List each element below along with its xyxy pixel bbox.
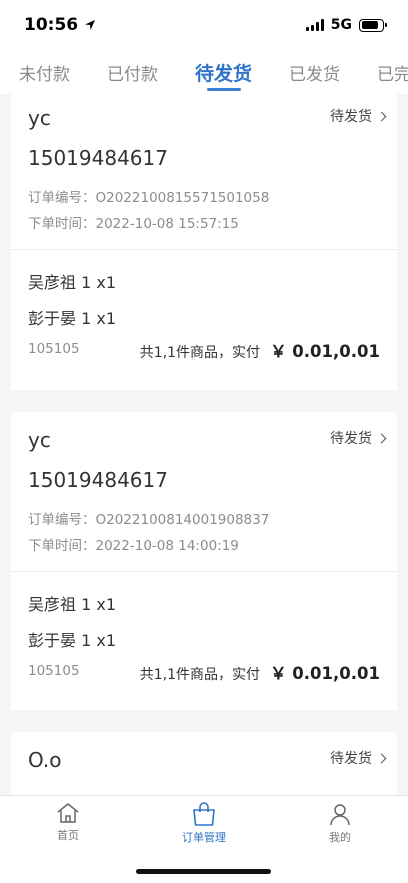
- shopping-bag-icon: [193, 802, 215, 826]
- order-price: ￥ 0.01,0.01: [270, 664, 380, 683]
- order-item: 吴彦祖 1 x1: [28, 273, 117, 292]
- order-status-link[interactable]: 待发货: [330, 748, 387, 768]
- status-indicators: 5G: [305, 17, 387, 33]
- order-item: 彭于晏 1 x1: [28, 309, 117, 328]
- buyer-name: O.o: [28, 748, 62, 772]
- order-card[interactable]: yc 待发货 15019484617 订单编号：O202210081400190…: [11, 412, 397, 710]
- order-summary-text: 共1,1件商品，实付: [139, 345, 261, 361]
- order-summary: 共1,1件商品，实付 ￥ 0.01,0.01: [140, 338, 380, 362]
- nav-home-label: 首页: [57, 829, 79, 842]
- order-items: 吴彦祖 1 x1 彭于晏 1 x1 105105 共1,1件商品，实付 ￥ 0.…: [11, 572, 397, 707]
- chevron-right-icon: [376, 111, 387, 121]
- order-time: 下单时间：2022-10-08 15:57:15: [28, 216, 239, 232]
- order-sku: 105105: [28, 341, 80, 357]
- order-header: O.o 待发货: [11, 732, 397, 795]
- buyer-phone: 15019484617: [28, 146, 168, 170]
- signal-icon: [305, 19, 324, 31]
- tab-pending-shipment[interactable]: 待发货: [195, 50, 252, 94]
- home-indicator[interactable]: [136, 869, 271, 874]
- tab-shipped[interactable]: 已发货: [289, 50, 340, 94]
- order-number: 订单编号：O2022100815571501058: [28, 190, 270, 206]
- order-status-link[interactable]: 待发货: [330, 106, 387, 126]
- buyer-name: yc: [28, 428, 51, 452]
- status-time: 10:56: [24, 15, 96, 35]
- chevron-right-icon: [376, 753, 387, 763]
- network-label: 5G: [330, 17, 352, 33]
- tab-unpaid[interactable]: 未付款: [19, 50, 70, 94]
- order-header: yc 待发货 15019484617 订单编号：O202210081557150…: [11, 94, 397, 250]
- order-card[interactable]: O.o 待发货: [11, 732, 397, 795]
- nav-profile-label: 我的: [329, 831, 351, 844]
- order-header: yc 待发货 15019484617 订单编号：O202210081400190…: [11, 412, 397, 572]
- order-sku: 105105: [28, 663, 80, 679]
- user-icon: [330, 804, 350, 826]
- chevron-right-icon: [376, 433, 387, 443]
- nav-orders[interactable]: 订单管理: [164, 802, 244, 845]
- order-time: 下单时间：2022-10-08 14:00:19: [28, 538, 239, 554]
- nav-orders-label: 订单管理: [182, 831, 226, 844]
- order-status-link[interactable]: 待发货: [330, 428, 387, 448]
- order-summary-text: 共1,1件商品，实付: [139, 667, 261, 683]
- order-list: yc 待发货 15019484617 订单编号：O202210081557150…: [0, 94, 408, 795]
- nav-profile[interactable]: 我的: [300, 802, 380, 845]
- order-status: 待发货: [330, 431, 372, 447]
- clock-label: 10:56: [24, 15, 79, 35]
- tab-completed[interactable]: 已完成: [377, 50, 408, 94]
- order-status: 待发货: [330, 751, 372, 767]
- battery-icon: [359, 18, 387, 32]
- buyer-phone: 15019484617: [28, 468, 168, 492]
- status-bar: 10:56 5G: [0, 0, 408, 50]
- tab-paid[interactable]: 已付款: [107, 50, 158, 94]
- order-number: 订单编号：O2022100814001908837: [28, 512, 270, 528]
- order-price: ￥ 0.01,0.01: [270, 342, 380, 361]
- order-item: 彭于晏 1 x1: [28, 631, 117, 650]
- order-item: 吴彦祖 1 x1: [28, 595, 117, 614]
- nav-home[interactable]: 首页: [28, 802, 108, 843]
- order-summary: 共1,1件商品，实付 ￥ 0.01,0.01: [140, 660, 380, 684]
- order-status: 待发货: [330, 109, 372, 125]
- buyer-name: yc: [28, 106, 51, 130]
- order-items: 吴彦祖 1 x1 彭于晏 1 x1 105105 共1,1件商品，实付 ￥ 0.…: [11, 250, 397, 385]
- order-card[interactable]: yc 待发货 15019484617 订单编号：O202210081557150…: [11, 94, 397, 390]
- location-arrow-icon: [85, 20, 96, 30]
- home-icon: [57, 803, 79, 823]
- order-status-tabs: 未付款 已付款 待发货 已发货 已完成: [0, 50, 408, 94]
